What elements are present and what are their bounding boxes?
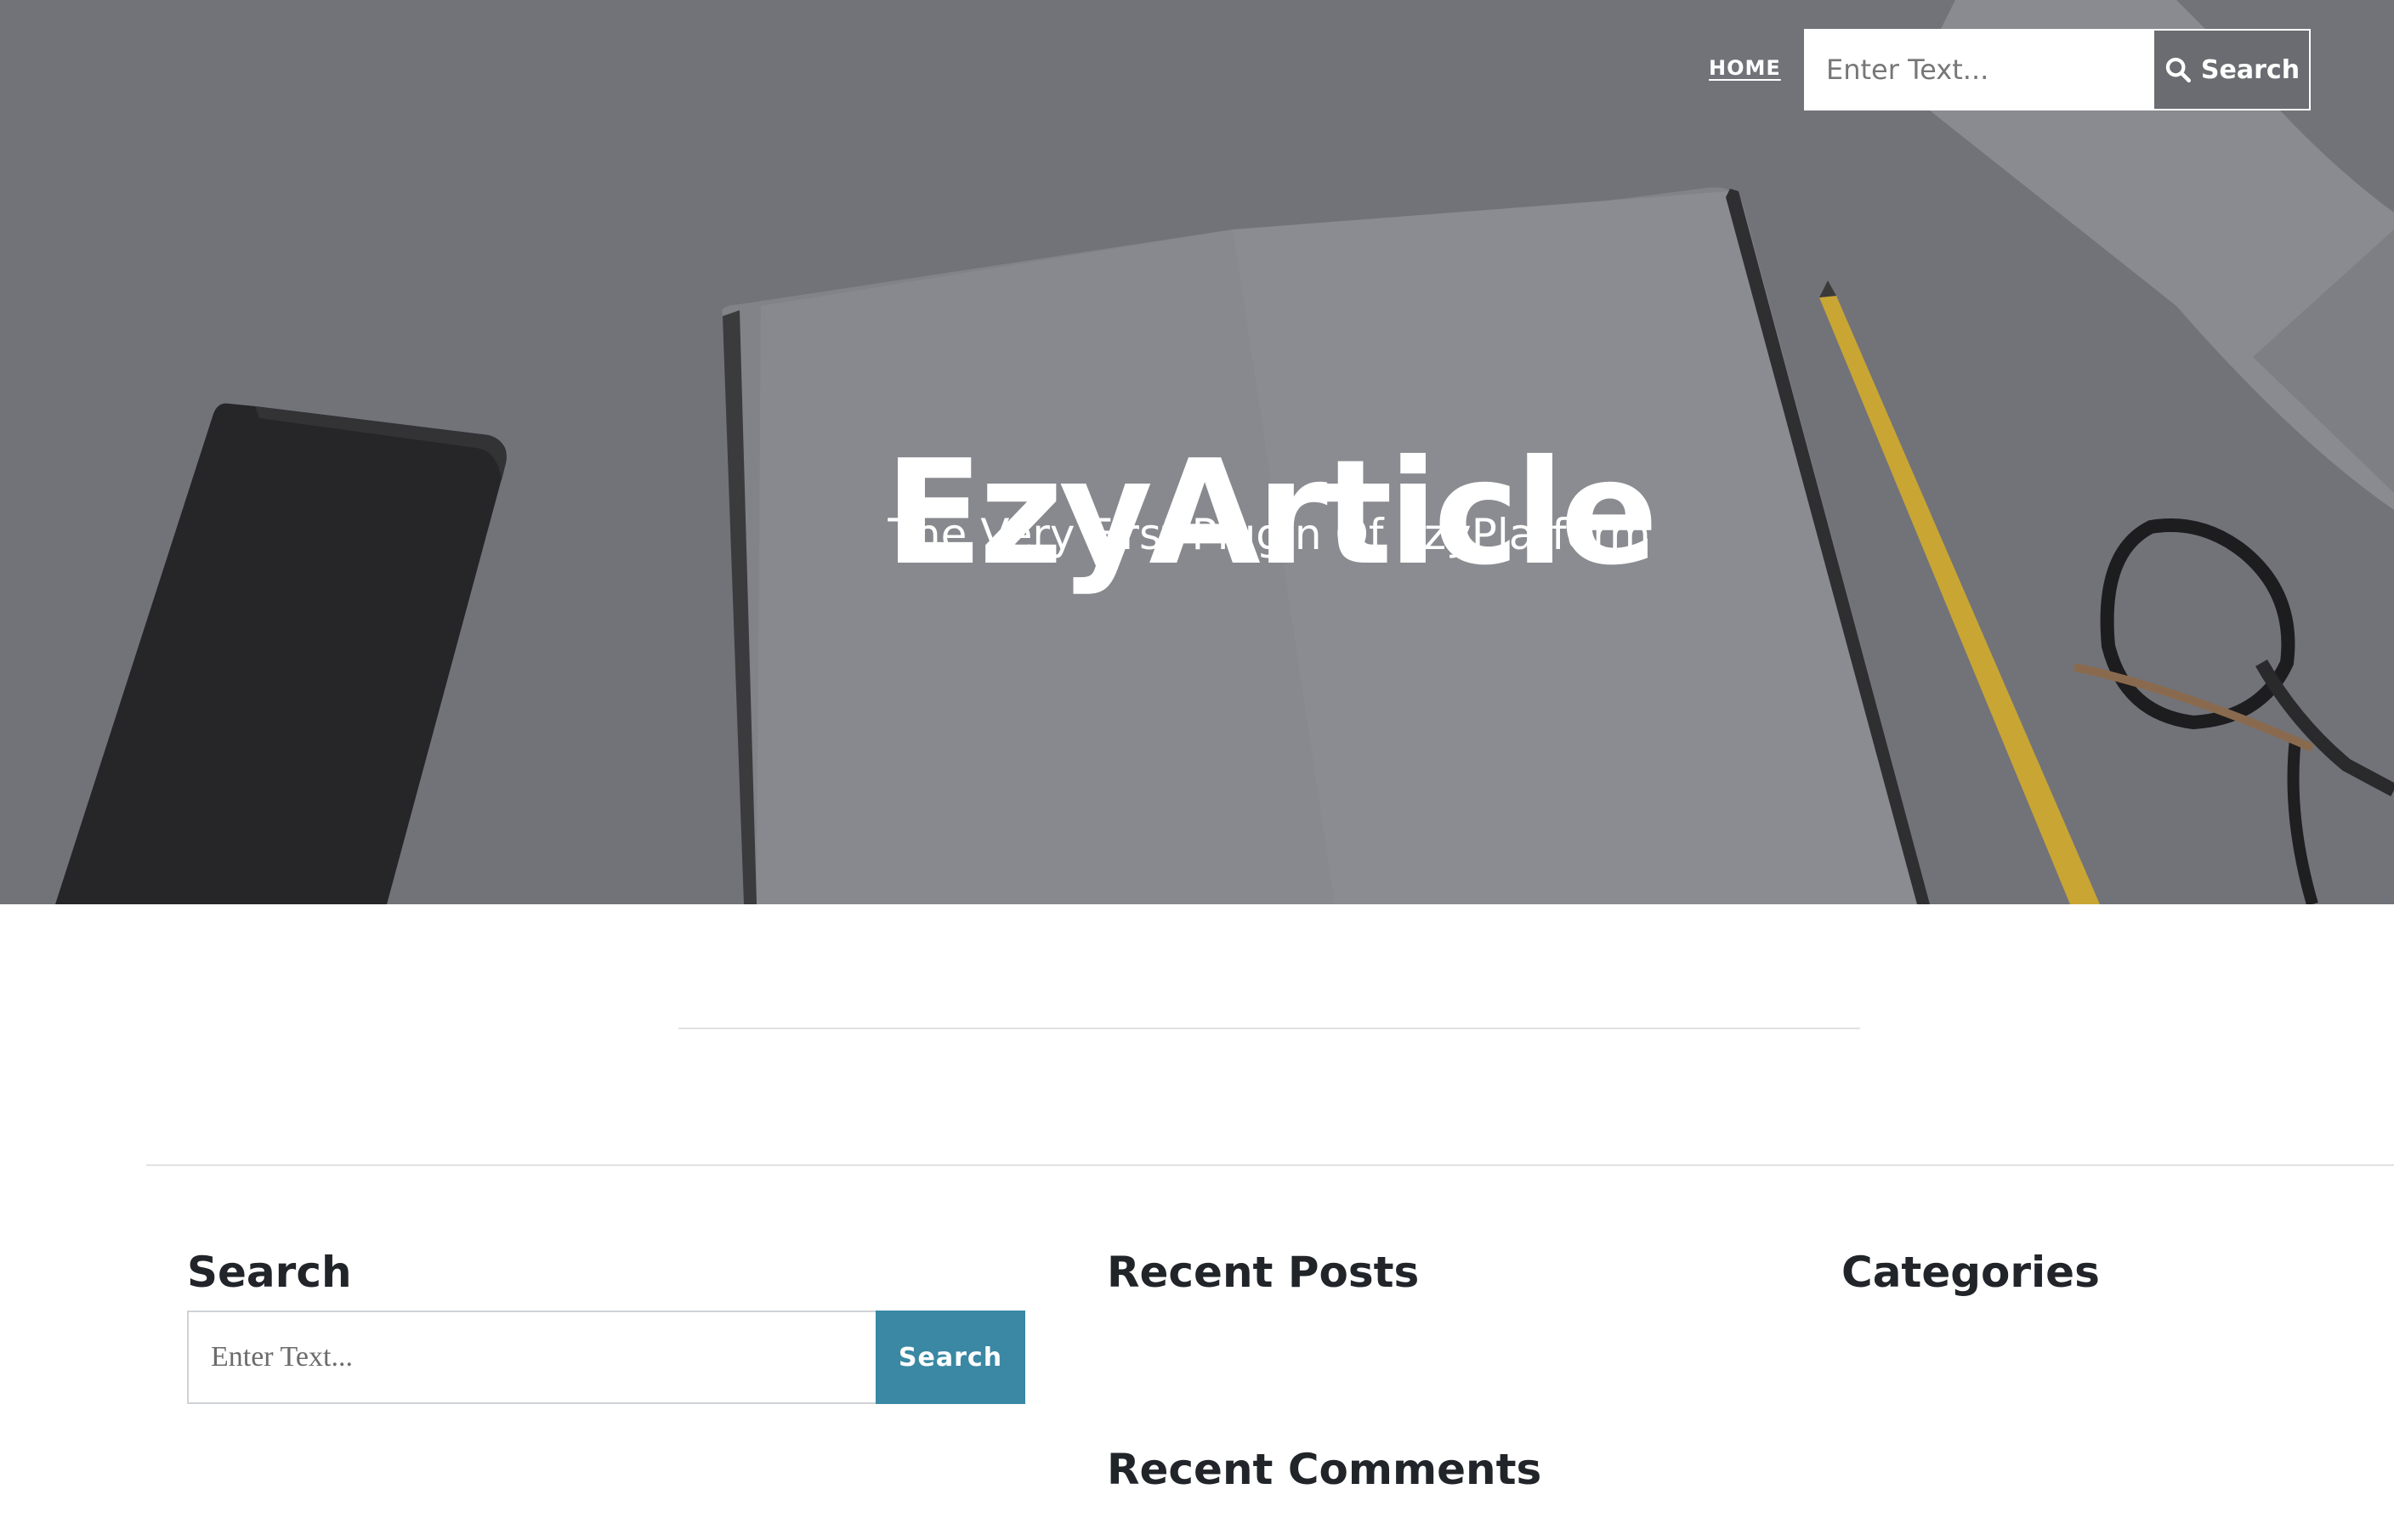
nav-home-link[interactable]: HOME <box>1709 56 1781 80</box>
content-divider <box>678 1028 1860 1029</box>
hero-header: HOME Search EzyArticle The Very First Pl… <box>0 0 2394 904</box>
site-tagline: The Very First Plugin Of EzyPlatform <box>888 510 1651 559</box>
header-search-button-label: Search <box>2200 54 2300 85</box>
recent-posts-title: Recent Posts <box>1107 1248 1420 1297</box>
search-widget-title: Search <box>187 1248 352 1297</box>
search-icon <box>2165 57 2191 83</box>
header-search-button[interactable]: Search <box>2154 31 2309 109</box>
sidebar-divider <box>146 1164 2394 1166</box>
recent-comments-title: Recent Comments <box>1107 1445 1542 1494</box>
categories-title: Categories <box>1841 1248 2100 1297</box>
search-widget-form: Search <box>187 1311 1025 1404</box>
header-search-form: Search <box>1804 29 2311 110</box>
search-widget-input[interactable] <box>187 1311 876 1404</box>
header-search-input[interactable] <box>1806 31 2154 109</box>
search-widget-button[interactable]: Search <box>876 1311 1025 1404</box>
